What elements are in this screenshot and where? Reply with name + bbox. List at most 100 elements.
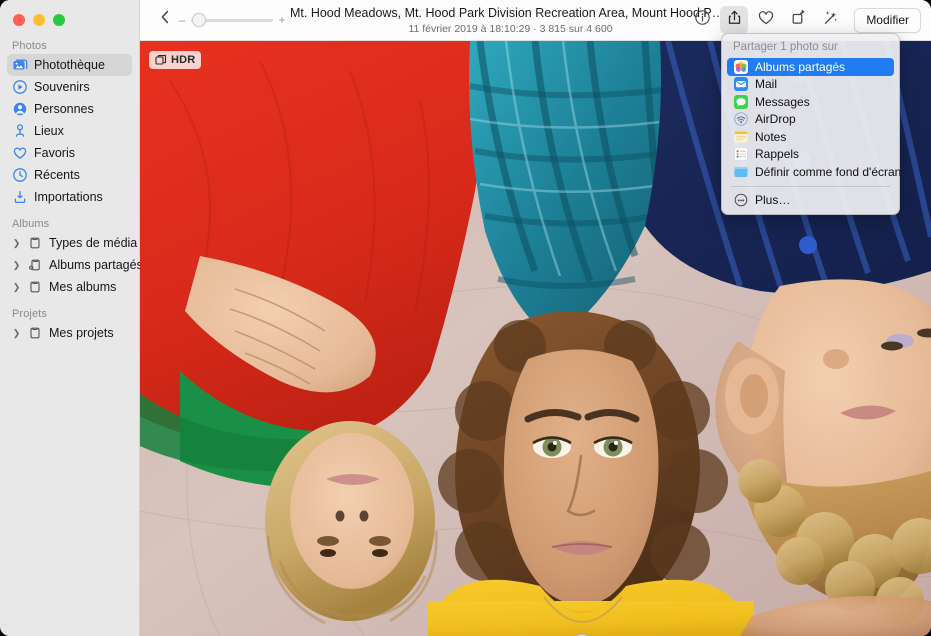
share-menu-item-notes[interactable]: Notes <box>727 128 894 146</box>
sidebar-header-photos: Photos <box>0 40 139 54</box>
enhance-button[interactable] <box>816 6 844 34</box>
share-menu-item-mail[interactable]: Mail <box>727 76 894 94</box>
sidebar-item-label: Lieux <box>34 124 64 138</box>
sidebar-item-types-de-media[interactable]: ❯ Types de média <box>7 232 132 254</box>
favorite-button[interactable] <box>752 6 780 34</box>
sidebar-item-label: Albums partagés <box>49 258 143 272</box>
more-circle-icon <box>733 193 748 208</box>
sidebar-header-projets: Projets <box>0 308 139 322</box>
chevron-right-icon[interactable]: ❯ <box>12 261 21 270</box>
hdr-badge: HDR <box>149 51 201 69</box>
share-menu-item-label: Définir comme fond d'écran <box>755 165 901 179</box>
photos-library-icon <box>12 57 28 73</box>
back-button[interactable] <box>154 8 176 30</box>
share-menu-item-label: Plus… <box>755 193 790 207</box>
sidebar-group-albums: Albums ❯ Types de média ❯ Albums partagé… <box>0 218 139 298</box>
share-menu-header: Partager 1 photo sur <box>722 38 899 58</box>
close-button[interactable] <box>13 14 25 26</box>
share-menu-item-label: AirDrop <box>755 112 796 126</box>
share-menu-popover: Partager 1 photo sur Albums partagés Mai… <box>721 33 900 215</box>
title-block: Mt. Hood Meadows, Mt. Hood Park Division… <box>290 5 731 36</box>
sidebar-item-label: Souvenirs <box>34 80 90 94</box>
wallpaper-icon <box>733 164 748 179</box>
sidebar-item-recents[interactable]: Récents <box>7 164 132 186</box>
zoom-slider-thumb[interactable] <box>192 13 206 27</box>
sidebar-item-mes-albums[interactable]: ❯ Mes albums <box>7 276 132 298</box>
sidebar-item-label: Personnes <box>34 102 94 116</box>
chevron-right-icon[interactable]: ❯ <box>12 239 21 248</box>
sidebar-group-projets: Projets ❯ Mes projets <box>0 308 139 344</box>
clock-icon <box>12 167 28 183</box>
sidebar-scroll-area[interactable]: Photos Photothèque Souvenirs <box>0 40 139 636</box>
page-title: Mt. Hood Meadows, Mt. Hood Park Division… <box>290 5 731 21</box>
share-menu-item-label: Albums partagés <box>755 60 845 74</box>
sidebar-item-souvenirs[interactable]: Souvenirs <box>7 76 132 98</box>
sidebar-item-favoris[interactable]: Favoris <box>7 142 132 164</box>
edit-button[interactable]: Modifier <box>854 8 921 33</box>
stack-icon <box>155 54 167 66</box>
messages-app-icon <box>733 94 748 109</box>
mail-app-icon <box>733 77 748 92</box>
share-button[interactable] <box>720 6 748 34</box>
share-menu-item-messages[interactable]: Messages <box>727 93 894 111</box>
info-button[interactable] <box>688 6 716 34</box>
sidebar-item-label: Importations <box>34 190 103 204</box>
import-icon <box>12 189 28 205</box>
chevron-right-icon[interactable]: ❯ <box>12 283 21 292</box>
airdrop-icon <box>733 112 748 127</box>
chevron-left-icon <box>159 9 171 30</box>
photo-metadata: 11 février 2019 à 18:10:29 · 3 815 sur 4… <box>290 22 731 36</box>
minimize-button[interactable] <box>33 14 45 26</box>
sidebar-item-mes-projets[interactable]: ❯ Mes projets <box>7 322 132 344</box>
heart-icon <box>12 145 28 161</box>
share-menu-item-label: Rappels <box>755 147 799 161</box>
share-menu-item-label: Mail <box>755 77 777 91</box>
photos-app-icon <box>733 59 748 74</box>
album-icon <box>27 325 43 341</box>
album-icon <box>27 235 43 251</box>
sidebar-item-albums-partages[interactable]: ❯ Albums partagés <box>7 254 132 276</box>
rotate-icon <box>790 9 807 31</box>
zoom-in-icon[interactable]: + <box>278 14 286 26</box>
sidebar-item-lieux[interactable]: Lieux <box>7 120 132 142</box>
share-menu-item-rappels[interactable]: Rappels <box>727 146 894 164</box>
rotate-button[interactable] <box>784 6 812 34</box>
sidebar-group-photos: Photos Photothèque Souvenirs <box>0 40 139 208</box>
sidebar: Photos Photothèque Souvenirs <box>0 0 140 636</box>
zoom-slider-track[interactable] <box>191 19 273 22</box>
sidebar-item-personnes[interactable]: Personnes <box>7 98 132 120</box>
window-controls <box>13 14 65 26</box>
share-menu-separator <box>731 186 890 187</box>
reminders-app-icon <box>733 147 748 162</box>
zoom-out-icon[interactable]: – <box>178 14 186 26</box>
sidebar-header-albums: Albums <box>0 218 139 232</box>
sidebar-item-label: Types de média <box>49 236 137 250</box>
people-icon <box>12 101 28 117</box>
sidebar-item-label: Récents <box>34 168 80 182</box>
share-menu-item-plus[interactable]: Plus… <box>727 192 894 210</box>
album-icon <box>27 279 43 295</box>
info-circle-icon <box>694 9 711 31</box>
heart-icon <box>757 9 775 32</box>
sidebar-item-phototheque[interactable]: Photothèque <box>7 54 132 76</box>
share-menu-item-albums-partages[interactable]: Albums partagés <box>727 58 894 76</box>
sidebar-item-label: Mes projets <box>49 326 114 340</box>
share-menu-item-label: Notes <box>755 130 786 144</box>
zoom-button[interactable] <box>53 14 65 26</box>
toolbar-actions: Modifier <box>688 6 921 34</box>
notes-app-icon <box>733 129 748 144</box>
shared-album-icon <box>27 257 43 273</box>
chevron-right-icon[interactable]: ❯ <box>12 329 21 338</box>
share-icon <box>726 9 743 31</box>
edit-button-label: Modifier <box>866 13 909 27</box>
share-menu-item-label: Messages <box>755 95 810 109</box>
sidebar-item-label: Photothèque <box>34 58 105 72</box>
places-pin-icon <box>12 123 28 139</box>
share-menu-item-definir-fond-ecran[interactable]: Définir comme fond d'écran <box>727 163 894 181</box>
share-menu-item-airdrop[interactable]: AirDrop <box>727 111 894 129</box>
sidebar-item-importations[interactable]: Importations <box>7 186 132 208</box>
memories-icon <box>12 79 28 95</box>
sidebar-item-label: Mes albums <box>49 280 116 294</box>
magic-wand-icon <box>821 9 839 32</box>
zoom-slider[interactable]: – + <box>178 12 286 28</box>
